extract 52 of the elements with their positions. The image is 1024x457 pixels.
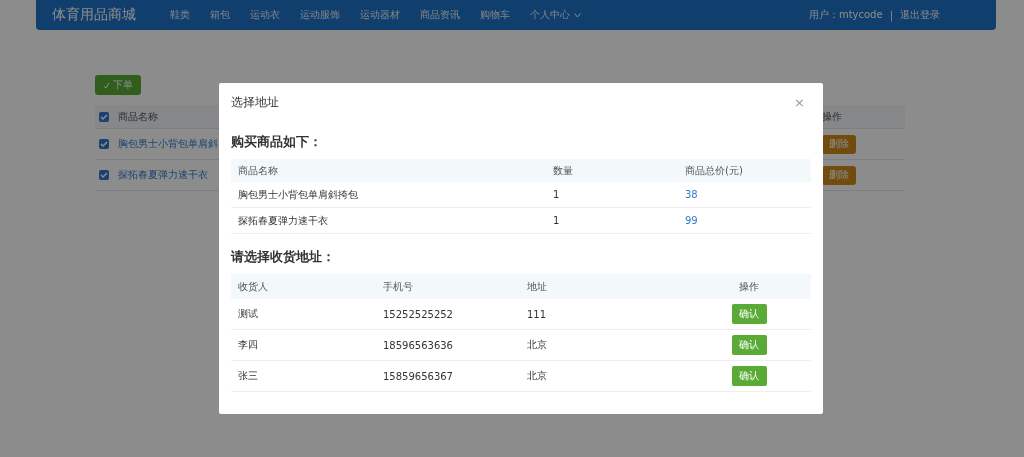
column-header: 操作 (739, 279, 759, 294)
table-cell: 张三 (238, 369, 258, 383)
table-cell: 111 (527, 308, 547, 320)
column-header: 数量 (553, 163, 573, 178)
table-cell: 北京 (527, 338, 547, 352)
table-cell: 1 (553, 189, 560, 200)
nav-item[interactable]: 运动服饰 (300, 8, 340, 22)
check-icon (103, 81, 110, 89)
confirm-button[interactable]: 确认 (731, 335, 767, 355)
product-link[interactable]: 胸包男士小背包单肩斜 (118, 137, 218, 151)
nav-item[interactable]: 购物车 (480, 8, 510, 22)
column-header: 商品总价(元) (685, 163, 743, 178)
delete-button[interactable]: 删除 (822, 134, 856, 154)
table-cell: 15252525252 (383, 308, 453, 320)
table-cell: 探拓春夏弹力速干衣 (238, 213, 328, 228)
checkbox[interactable] (99, 139, 109, 149)
table-cell: 99 (685, 215, 698, 226)
table-cell: 李四 (238, 338, 258, 352)
section-heading: 请选择收货地址： (231, 248, 336, 266)
table-cell: 18596563636 (383, 339, 453, 351)
nav-item[interactable]: 鞋类 (170, 8, 190, 22)
nav-item[interactable]: 个人中心 (530, 8, 581, 22)
separator-text: | (889, 9, 893, 21)
table-cell: 1 (553, 215, 560, 226)
nav-item[interactable]: 箱包 (210, 8, 230, 22)
delete-button[interactable]: 删除 (822, 165, 856, 185)
section-heading: 购买商品如下： (231, 133, 323, 151)
table-cell: 北京 (527, 369, 547, 383)
product-link[interactable]: 探拓春夏弹力速干衣 (118, 168, 208, 182)
checkbox[interactable] (99, 170, 109, 180)
table-cell: 15859656367 (383, 370, 453, 382)
table-cell: 胸包男士小背包单肩斜挎包 (238, 187, 358, 202)
column-header: 收货人 (238, 280, 268, 292)
order-button[interactable]: 下单 (95, 75, 141, 95)
dialog-title: 选择地址 (231, 93, 279, 111)
column-header: 商品名称 (238, 163, 278, 178)
nav-item[interactable]: 商品资讯 (420, 8, 460, 22)
close-icon[interactable]: × (794, 94, 805, 110)
user-label: 用户：mtycode (808, 8, 883, 22)
confirm-button[interactable]: 确认 (731, 366, 767, 386)
table-cell: 38 (685, 189, 698, 200)
checkbox[interactable] (99, 111, 109, 122)
nav-item[interactable]: 运动衣 (250, 8, 280, 22)
logout-link[interactable]: 退出登录 (900, 8, 940, 22)
column-header: 地址 (527, 280, 547, 292)
column-header: 操作 (822, 109, 842, 124)
nav-item[interactable]: 运动器材 (360, 8, 400, 22)
table-cell: 测试 (238, 307, 258, 321)
column-header: 商品名称 (118, 109, 158, 124)
column-header: 手机号 (383, 280, 413, 292)
confirm-button[interactable]: 确认 (731, 304, 767, 324)
site-brand[interactable]: 体育用品商城 (52, 6, 136, 24)
